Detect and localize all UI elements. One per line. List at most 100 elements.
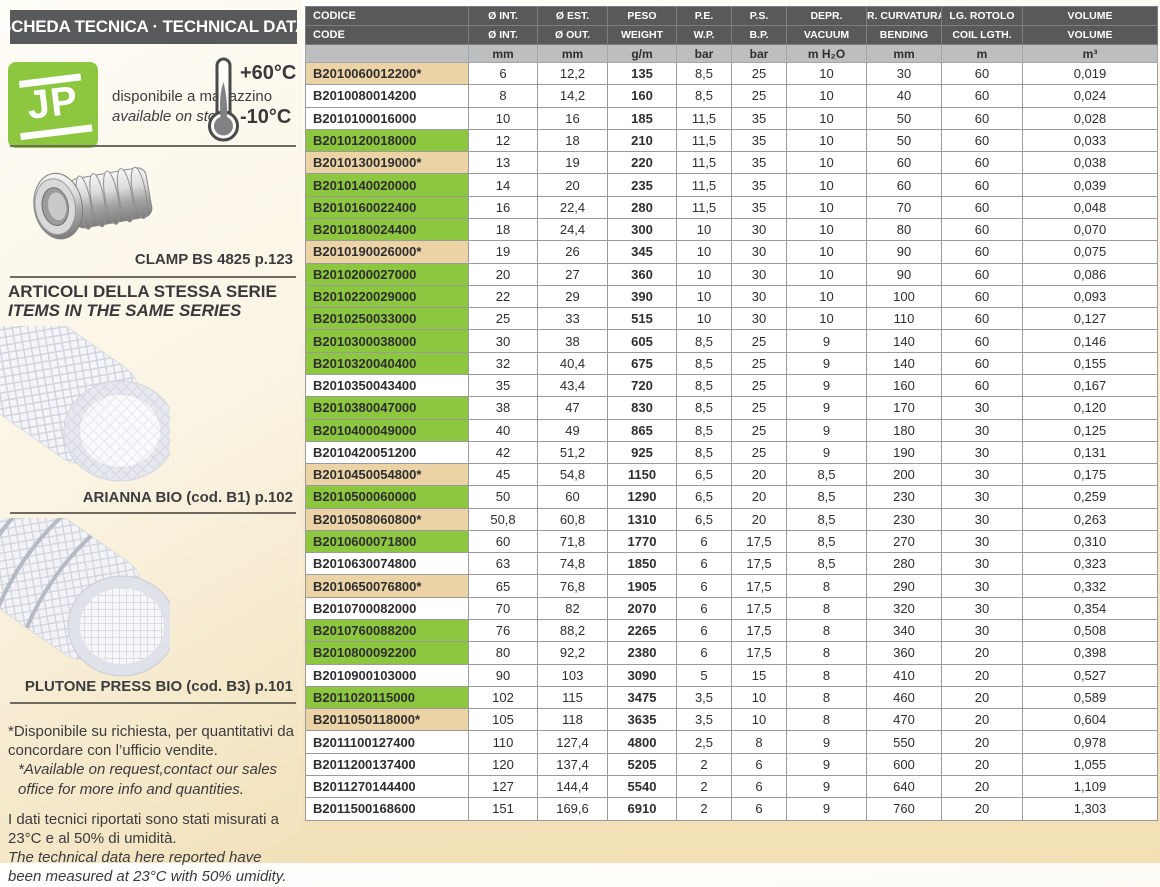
datasheet-page: SCHEDA TECNICA · TECHNICAL DATA JP dispo…: [0, 0, 1160, 863]
unit-cell: [306, 45, 469, 63]
value-cell: 151: [469, 798, 538, 820]
value-cell: 6: [732, 776, 787, 798]
unit-cell: mm: [867, 45, 942, 63]
code-cell: B2010160022400: [306, 196, 469, 218]
footnotes: *Disponibile su richiesta, per quantitat…: [8, 722, 298, 887]
value-cell: 22: [469, 285, 538, 307]
thermometer-icon: [204, 56, 244, 144]
table-row: B2010060012200*612,21358,5251030600,019: [306, 63, 1158, 85]
value-cell: 127: [469, 776, 538, 798]
value-cell: 8: [787, 664, 867, 686]
series-title-english: ITEMS IN THE SAME SERIES: [8, 301, 241, 321]
table-row: B2011270144400127144,45540269640201,109: [306, 776, 1158, 798]
code-cell: B2010800092200: [306, 642, 469, 664]
value-cell: 25: [732, 441, 787, 463]
code-cell: B2010650076800*: [306, 575, 469, 597]
value-cell: 17,5: [732, 597, 787, 619]
value-cell: 30: [942, 597, 1023, 619]
value-cell: 18: [469, 218, 538, 240]
value-cell: 47: [538, 397, 608, 419]
value-cell: 10: [469, 107, 538, 129]
table-row: B2011200137400120137,45205269600201,055: [306, 753, 1158, 775]
value-cell: 0,978: [1023, 731, 1158, 753]
value-cell: 360: [867, 642, 942, 664]
value-cell: 600: [867, 753, 942, 775]
unit-cell: bar: [677, 45, 732, 63]
value-cell: 35: [732, 107, 787, 129]
value-cell: 160: [867, 374, 942, 396]
header-row-english: CODEØ INT.Ø OUT.WEIGHTW.P.B.P.VACUUMBEND…: [306, 26, 1158, 45]
value-cell: 30: [942, 419, 1023, 441]
value-cell: 11,5: [677, 196, 732, 218]
value-cell: 360: [608, 263, 677, 285]
value-cell: 80: [867, 218, 942, 240]
table-row: B2010120018000121821011,5351050600,033: [306, 129, 1158, 151]
value-cell: 12: [469, 129, 538, 151]
value-cell: 14: [469, 174, 538, 196]
value-cell: 82: [538, 597, 608, 619]
code-cell: B2010900103000: [306, 664, 469, 686]
value-cell: 605: [608, 330, 677, 352]
value-cell: 8,5: [677, 397, 732, 419]
table-body: B2010060012200*612,21358,5251030600,019 B…: [306, 63, 1158, 821]
value-cell: 90: [867, 241, 942, 263]
value-cell: 2,5: [677, 731, 732, 753]
value-cell: 140: [867, 352, 942, 374]
value-cell: 4800: [608, 731, 677, 753]
value-cell: 8,5: [787, 508, 867, 530]
code-cell: B2011270144400: [306, 776, 469, 798]
value-cell: 10: [732, 709, 787, 731]
value-cell: 40,4: [538, 352, 608, 374]
value-cell: 8: [787, 642, 867, 664]
value-cell: 2265: [608, 620, 677, 642]
code-cell: B2010190026000*: [306, 241, 469, 263]
value-cell: 137,4: [538, 753, 608, 775]
value-cell: 8: [787, 686, 867, 708]
value-cell: 1,303: [1023, 798, 1158, 820]
value-cell: 25: [732, 397, 787, 419]
value-cell: 13: [469, 152, 538, 174]
value-cell: 190: [867, 441, 942, 463]
value-cell: 8,5: [787, 530, 867, 552]
unit-cell: m H₂O: [787, 45, 867, 63]
value-cell: 390: [608, 285, 677, 307]
value-cell: 8,5: [787, 553, 867, 575]
value-cell: 88,2: [538, 620, 608, 642]
header-cell: CODE: [306, 26, 469, 45]
value-cell: 43,4: [538, 374, 608, 396]
value-cell: 20: [942, 709, 1023, 731]
value-cell: 54,8: [538, 464, 608, 486]
value-cell: 8,5: [677, 352, 732, 374]
value-cell: 17,5: [732, 642, 787, 664]
value-cell: 0,024: [1023, 85, 1158, 107]
value-cell: 200: [867, 464, 942, 486]
value-cell: 12,2: [538, 63, 608, 85]
value-cell: 20: [942, 776, 1023, 798]
clamp-fitting-image: [28, 152, 158, 250]
stock-note-italian: disponibile a magazzino: [112, 87, 272, 107]
unit-cell: m³: [1023, 45, 1158, 63]
value-cell: 3475: [608, 686, 677, 708]
value-cell: 30: [942, 464, 1023, 486]
value-cell: 9: [787, 798, 867, 820]
table-row: B20107600882007688,22265617,58340300,508: [306, 620, 1158, 642]
unit-cell: mm: [538, 45, 608, 63]
value-cell: 0,259: [1023, 486, 1158, 508]
header-cell: CODICE: [306, 7, 469, 26]
value-cell: 60: [942, 285, 1023, 307]
table-row: B20106300748006374,81850617,58,5280300,3…: [306, 553, 1158, 575]
value-cell: 280: [608, 196, 677, 218]
divider: [10, 276, 296, 278]
table-row: B2010140020000142023511,5351060600,039: [306, 174, 1158, 196]
value-cell: 6: [677, 530, 732, 552]
value-cell: 6: [732, 753, 787, 775]
value-cell: 25: [469, 308, 538, 330]
table-row: B2011100127400110127,448002,589550200,97…: [306, 731, 1158, 753]
header-cell: B.P.: [732, 26, 787, 45]
value-cell: 60: [538, 486, 608, 508]
value-cell: 29: [538, 285, 608, 307]
value-cell: 0,038: [1023, 152, 1158, 174]
value-cell: 10: [787, 241, 867, 263]
table-header: CODICEØ INT.Ø EST.PESOP.E.P.S.DEPR.R. CU…: [306, 7, 1158, 63]
table-row: B2010190026000*192634510301090600,075: [306, 241, 1158, 263]
